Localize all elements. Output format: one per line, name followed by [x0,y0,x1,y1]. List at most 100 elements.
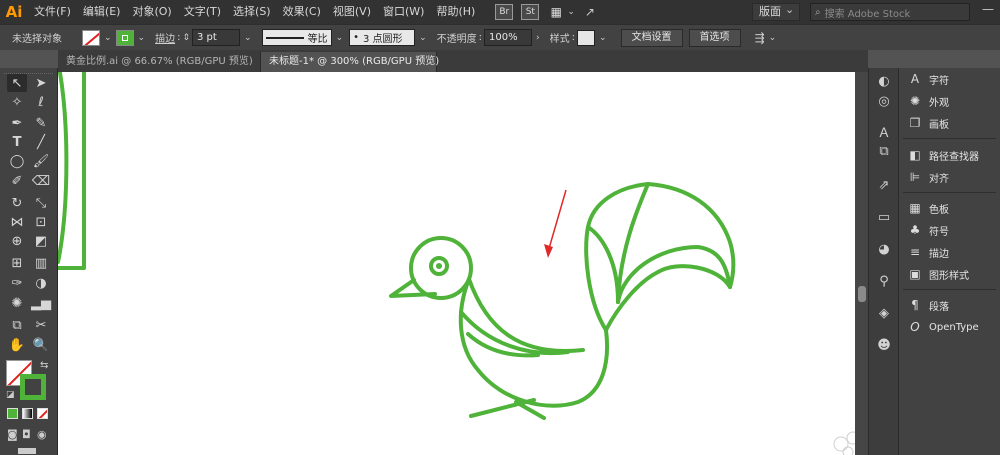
transform-icon[interactable]: ⧉ [875,142,893,160]
character-styles-icon[interactable]: Ａ [875,122,893,141]
width-tool-icon[interactable]: ⋈ [7,213,27,231]
menu-window[interactable]: 窗口(W) [377,0,430,24]
chevron-down-icon[interactable]: ⌄ [138,33,146,43]
menu-select[interactable]: 选择(S) [227,0,277,24]
eyedropper-tool-icon[interactable]: ✑ [7,274,27,292]
eraser-tool-icon[interactable]: ⌫ [31,172,51,190]
panel-swatches[interactable]: ▦ 色板 [907,199,949,217]
appearance-icon[interactable]: ◎ [875,92,893,110]
transparency-icon[interactable]: ◕ [875,240,893,258]
shaper-tool-icon[interactable]: ✐ [7,172,27,190]
stroke-color-box[interactable] [20,374,46,400]
chevron-down-icon[interactable]: ⌄ [567,7,575,17]
mesh-tool-icon[interactable]: ⊞ [7,254,27,272]
links-icon[interactable]: ⚲ [875,272,893,290]
tab-untitled[interactable]: 未标题-1* @ 300% (RGB/GPU 预览) [261,52,439,72]
ellipse-tool-icon[interactable]: ◯ [7,152,27,170]
hand-tool-icon[interactable]: ✋ [7,336,27,354]
swap-colors-icon[interactable]: ⇆ [40,360,48,371]
chevron-down-icon[interactable]: ⌄ [419,33,427,43]
menu-help[interactable]: 帮助(H) [430,0,481,24]
curvature-tool-icon[interactable]: ✎ [31,114,51,132]
panel-character[interactable]: A 字符 [907,70,949,88]
graphic-style-swatch[interactable] [577,29,596,46]
menu-view[interactable]: 视图(V) [327,0,377,24]
opacity-label[interactable]: 不透明度 [437,30,477,45]
draw-normal-icon[interactable]: ◙ [7,428,18,441]
preferences-button[interactable]: 首选项 [688,28,741,47]
slice-tool-icon[interactable]: ✂ [31,316,51,334]
color-themes-icon[interactable]: ☻ [875,336,893,354]
gradient-tool-icon[interactable]: ▥ [31,254,51,272]
arrange-documents-icon[interactable]: ▦ [547,4,565,20]
tab-golden-ratio[interactable]: 黄金比例.ai @ 66.67% (RGB/GPU 预览) [58,52,261,72]
rotate-tool-icon[interactable]: ↻ [7,194,27,212]
symbol-sprayer-tool-icon[interactable]: ✺ [7,294,27,312]
opacity-field[interactable]: 100% [484,29,533,46]
panel-symbols[interactable]: ♣ 符号 [907,221,949,239]
menu-file[interactable]: 文件(F) [28,0,77,24]
shape-builder-tool-icon[interactable]: ⊕ [7,232,27,250]
perspective-grid-tool-icon[interactable]: ◩ [31,232,51,250]
gpu-performance-icon[interactable]: ↗ [585,5,595,19]
zoom-tool-icon[interactable]: 🔍 [31,336,51,354]
artboard-tool-icon[interactable]: ⧉ [7,316,27,334]
scale-tool-icon[interactable]: ⤡ [31,194,51,212]
panel-stroke[interactable]: ≡ 描边 [907,243,949,261]
chevron-right-icon[interactable]: › [536,33,540,43]
menu-object[interactable]: 对象(O) [126,0,177,24]
blend-tool-icon[interactable]: ◑ [31,274,51,292]
line-tool-icon[interactable]: ╱ [31,133,51,151]
stroke-label[interactable]: 描边 [155,30,175,45]
chevron-down-icon[interactable]: ⌄ [769,33,777,43]
fill-swatch[interactable] [82,29,100,46]
bridge-button[interactable]: Br [495,4,514,20]
chevron-down-icon[interactable]: ⌄ [244,33,252,43]
artboard-canvas[interactable] [58,72,855,455]
panel-pathfinder[interactable]: ◧ 路径查找器 [907,146,979,164]
stepper-icon[interactable]: ⇕ [182,33,190,43]
none-mode-icon[interactable] [37,408,48,419]
layers-icon[interactable]: ◈ [875,304,893,322]
color-guide-icon[interactable]: ◐ [875,72,893,90]
panel-paragraph[interactable]: ¶ 段落 [907,296,949,314]
color-mode-icon[interactable] [7,408,18,419]
type-tool-icon[interactable]: T [7,133,27,151]
chevron-down-icon[interactable]: ⌄ [785,3,794,16]
panel-appearance[interactable]: ✺ 外观 [907,92,949,110]
menu-effect[interactable]: 效果(C) [277,0,327,24]
selection-tool-icon[interactable]: ↖ [7,74,27,92]
gradient-mode-icon[interactable] [22,408,33,419]
draw-behind-icon[interactable]: ◘ [22,428,31,441]
arrange-icon[interactable]: ⇶ [755,31,765,45]
menu-type[interactable]: 文字(T) [178,0,227,24]
stroke-weight-field[interactable]: 3 pt [192,29,241,46]
stock-search-input[interactable]: ⌕ 搜索 Adobe Stock [810,3,970,21]
draw-inside-icon[interactable]: ◉ [37,428,47,441]
scrollbar-thumb[interactable] [858,286,866,302]
panel-artboards[interactable]: ❐ 画板 [907,114,949,132]
brush-definition[interactable]: • 3 点圆形 [349,29,416,46]
chevron-down-icon[interactable]: ⌄ [599,33,607,43]
free-transform-tool-icon[interactable]: ⊡ [31,213,51,231]
chevron-down-icon[interactable]: ⌄ [104,33,112,43]
panel-align[interactable]: ⊫ 对齐 [907,168,949,186]
default-colors-icon[interactable]: ◪ [6,390,15,400]
stock-button[interactable]: St [521,4,540,20]
column-graph-tool-icon[interactable]: ▂▅ [31,294,51,312]
export-icon[interactable]: ⇗ [875,176,893,194]
paintbrush-tool-icon[interactable]: 🖌 [31,152,51,170]
lasso-tool-icon[interactable]: ℓ [31,93,51,111]
variable-width-profile[interactable]: 等比 [261,29,332,46]
minimize-icon[interactable]: — [982,2,994,16]
chevron-down-icon[interactable]: ⌄ [336,33,344,43]
stroke-swatch[interactable] [115,29,134,46]
gradient-icon[interactable]: ▭ [875,208,893,226]
panel-opentype[interactable]: O OpenType [907,318,978,336]
document-setup-button[interactable]: 文档设置 [620,28,683,47]
screen-mode-icon[interactable] [18,448,36,454]
direct-selection-tool-icon[interactable]: ➤ [31,74,51,92]
vertical-scrollbar[interactable] [855,72,868,455]
panel-graphic-styles[interactable]: ▣ 图形样式 [907,265,969,283]
magic-wand-tool-icon[interactable]: ✧ [7,93,27,111]
